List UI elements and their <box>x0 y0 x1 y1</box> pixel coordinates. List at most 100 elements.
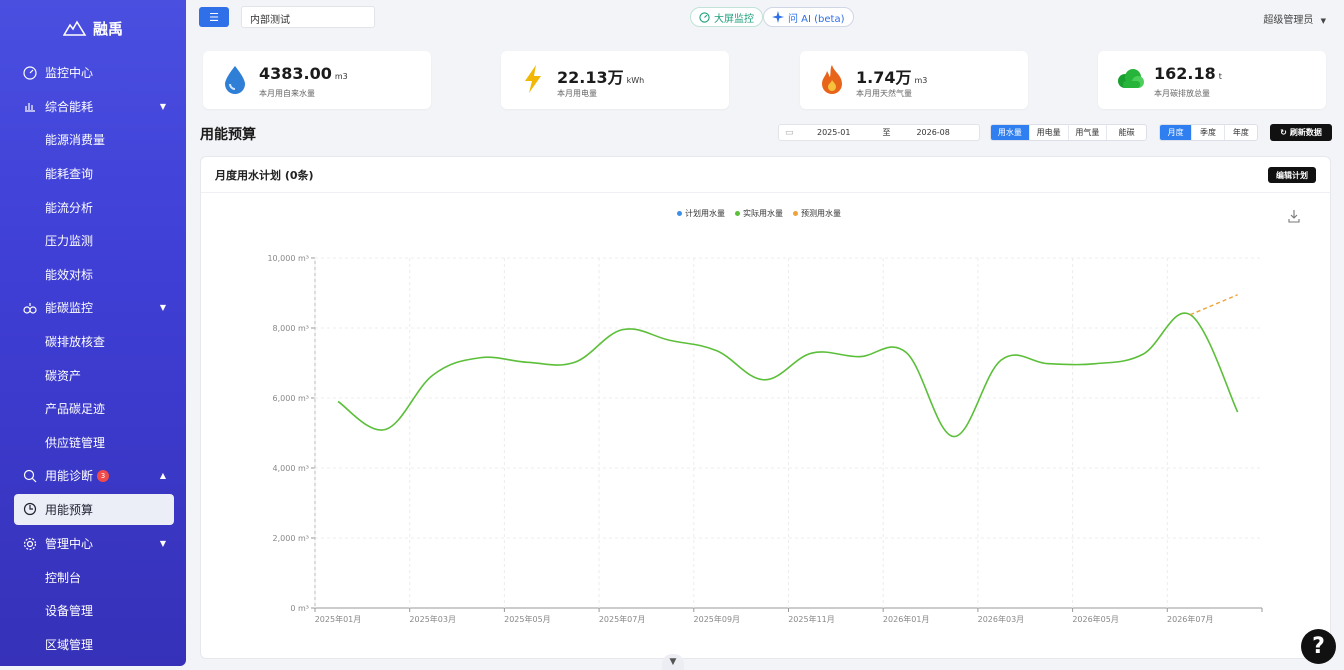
y-tick-label: 10,000 m³ <box>267 254 309 263</box>
refresh-label: 刷新数据 <box>1289 128 1322 137</box>
user-name: 超级管理员 <box>1263 15 1314 26</box>
big-screen-button[interactable]: 大屏监控 <box>690 7 763 27</box>
sidebar-item-label: 能源消费量 <box>45 133 106 148</box>
forecast-usage-line <box>1190 294 1238 316</box>
tab-0[interactable]: 月度 <box>1160 125 1193 140</box>
refresh-button[interactable]: ↻ 刷新数据 <box>1270 124 1332 141</box>
gauge-icon <box>699 11 710 23</box>
scroll-down-button[interactable]: ▼ <box>662 654 684 670</box>
sidebar-item-12[interactable]: 用能诊断 3 ▲ <box>0 459 186 493</box>
tab-2[interactable]: 年度 <box>1225 125 1257 140</box>
stat-value: 162.18 t <box>1154 64 1222 83</box>
sidebar-item-label: 碳资产 <box>45 368 82 383</box>
sidebar-item-label: 产品碳足迹 <box>45 402 106 417</box>
menu-toggle-button[interactable]: ☰ <box>199 7 229 27</box>
sidebar-item-label: 监控中心 <box>45 66 94 81</box>
stat-unit: m3 <box>334 72 348 81</box>
dashboard-icon <box>22 65 38 81</box>
sidebar-item-11[interactable]: 供应链管理 <box>0 426 186 460</box>
stat-number: 1.74万 <box>856 68 912 87</box>
sidebar: 融禹 监控中心综合能耗 ▼ 能源消费量能耗查询能流分析压力监测能效对标能碳监控 ▼ 碳排… <box>0 0 186 666</box>
lightning-icon <box>517 63 549 95</box>
sidebar-item-17[interactable]: 区域管理 <box>0 628 186 662</box>
legend-item[interactable]: 实际用水量 <box>735 208 783 219</box>
tenant-select[interactable]: 内部测试 <box>241 6 375 28</box>
x-tick-label: 2026年05月 <box>1072 614 1119 624</box>
ask-ai-button[interactable]: 问 AI (beta) <box>763 7 854 27</box>
sidebar-item-1[interactable]: 综合能耗 ▼ <box>0 90 186 124</box>
settings-icon <box>22 536 38 552</box>
sidebar-item-3[interactable]: 能耗查询 <box>0 157 186 191</box>
sidebar-item-label: 能流分析 <box>45 200 94 215</box>
legend-item[interactable]: 计划用水量 <box>677 208 725 219</box>
date-start[interactable]: 2025-01 <box>817 128 850 137</box>
sidebar-item-6[interactable]: 能效对标 <box>0 258 186 292</box>
tab-1[interactable]: 季度 <box>1192 125 1225 140</box>
x-tick-label: 2025年01月 <box>315 614 362 624</box>
stat-label: 本月用电量 <box>557 89 597 98</box>
stat-value: 4383.00 m3 <box>259 64 348 83</box>
stat-number: 4383.00 <box>259 64 332 83</box>
stat-label: 本月用自来水量 <box>259 89 315 98</box>
mountain-logo-icon <box>62 20 87 36</box>
sidebar-item-16[interactable]: 设备管理 <box>0 594 186 628</box>
sidebar-item-9[interactable]: 碳资产 <box>0 358 186 392</box>
brand-logo[interactable]: 融禹 <box>0 0 186 56</box>
sidebar-item-label: 用能预算 <box>45 502 94 517</box>
chevron-down-icon: ▼ <box>159 303 166 313</box>
sidebar-item-15[interactable]: 控制台 <box>0 560 186 594</box>
date-end[interactable]: 2026-08 <box>916 128 949 137</box>
sidebar-item-label: 能效对标 <box>45 267 94 282</box>
stat-unit: t <box>1218 72 1222 81</box>
y-tick-label: 4,000 m³ <box>273 464 309 473</box>
sidebar-item-8[interactable]: 碳排放核查 <box>0 325 186 359</box>
download-icon[interactable] <box>1287 209 1301 223</box>
legend-dot <box>677 211 682 216</box>
question-icon: ? <box>1312 634 1325 659</box>
sidebar-item-4[interactable]: 能流分析 <box>0 190 186 224</box>
chevron-down-icon: ▼ <box>1320 17 1326 25</box>
sidebar-item-5[interactable]: 压力监测 <box>0 224 186 258</box>
chart-legend: 计划用水量 实际用水量 预测用水量 <box>677 208 841 219</box>
help-button[interactable]: ? <box>1301 629 1336 664</box>
edit-plan-button[interactable]: 编辑计划 <box>1268 167 1316 183</box>
tab-3[interactable]: 能碳 <box>1107 125 1146 140</box>
y-tick-label: 0 m³ <box>290 604 309 613</box>
date-range-picker[interactable]: ▭ 2025-01 至 2026-08 <box>778 124 980 141</box>
sidebar-item-7[interactable]: 能碳监控 ▼ <box>0 291 186 325</box>
carbon-icon <box>22 300 38 316</box>
list-icon: ☰ <box>209 10 219 24</box>
user-menu[interactable]: 超级管理员 ▼ <box>1263 11 1326 26</box>
sidebar-item-14[interactable]: 管理中心 ▼ <box>0 527 186 561</box>
legend-item[interactable]: 预测用水量 <box>793 208 841 219</box>
stat-unit: kWh <box>626 76 645 85</box>
sidebar-item-2[interactable]: 能源消费量 <box>0 123 186 157</box>
sidebar-item-10[interactable]: 产品碳足迹 <box>0 392 186 426</box>
sidebar-item-label: 能耗查询 <box>45 167 94 182</box>
sidebar-item-label: 控制台 <box>45 570 82 585</box>
x-tick-label: 2025年03月 <box>409 614 456 624</box>
x-tick-label: 2025年07月 <box>599 614 646 624</box>
diagnosis-icon <box>22 468 38 484</box>
tab-0[interactable]: 用水量 <box>991 125 1030 140</box>
sidebar-item-13[interactable]: 用能预算 <box>14 493 174 525</box>
refresh-icon: ↻ <box>1280 128 1287 137</box>
notification-badge: 3 <box>97 469 110 482</box>
sidebar-item-0[interactable]: 监控中心 <box>0 56 186 90</box>
stat-card: 162.18 t 本月碳排放总量 <box>1098 51 1326 109</box>
actual-usage-line <box>337 312 1239 438</box>
sidebar-item-label: 压力监测 <box>45 234 94 249</box>
sidebar-nav: 监控中心综合能耗 ▼ 能源消费量能耗查询能流分析压力监测能效对标能碳监控 ▼ 碳排放核查… <box>0 56 186 661</box>
cloud-icon <box>1114 63 1146 95</box>
legend-label: 实际用水量 <box>743 209 783 218</box>
stat-label: 本月用天然气量 <box>856 89 912 98</box>
y-tick-label: 6,000 m³ <box>273 394 309 403</box>
x-tick-label: 2026年07月 <box>1167 614 1214 624</box>
chevron-up-icon: ▲ <box>159 471 166 481</box>
water-usage-chart: 0 m³ 2,000 m³ 4,000 m³ 6,000 m³ 8,000 m³ 10,0… <box>267 254 1263 624</box>
tab-1[interactable]: 用电量 <box>1030 125 1069 140</box>
y-tick-label: 2,000 m³ <box>273 534 309 543</box>
date-separator: 至 <box>882 128 891 137</box>
tab-2[interactable]: 用气量 <box>1069 125 1108 140</box>
stat-value: 1.74万 m3 <box>856 64 927 88</box>
